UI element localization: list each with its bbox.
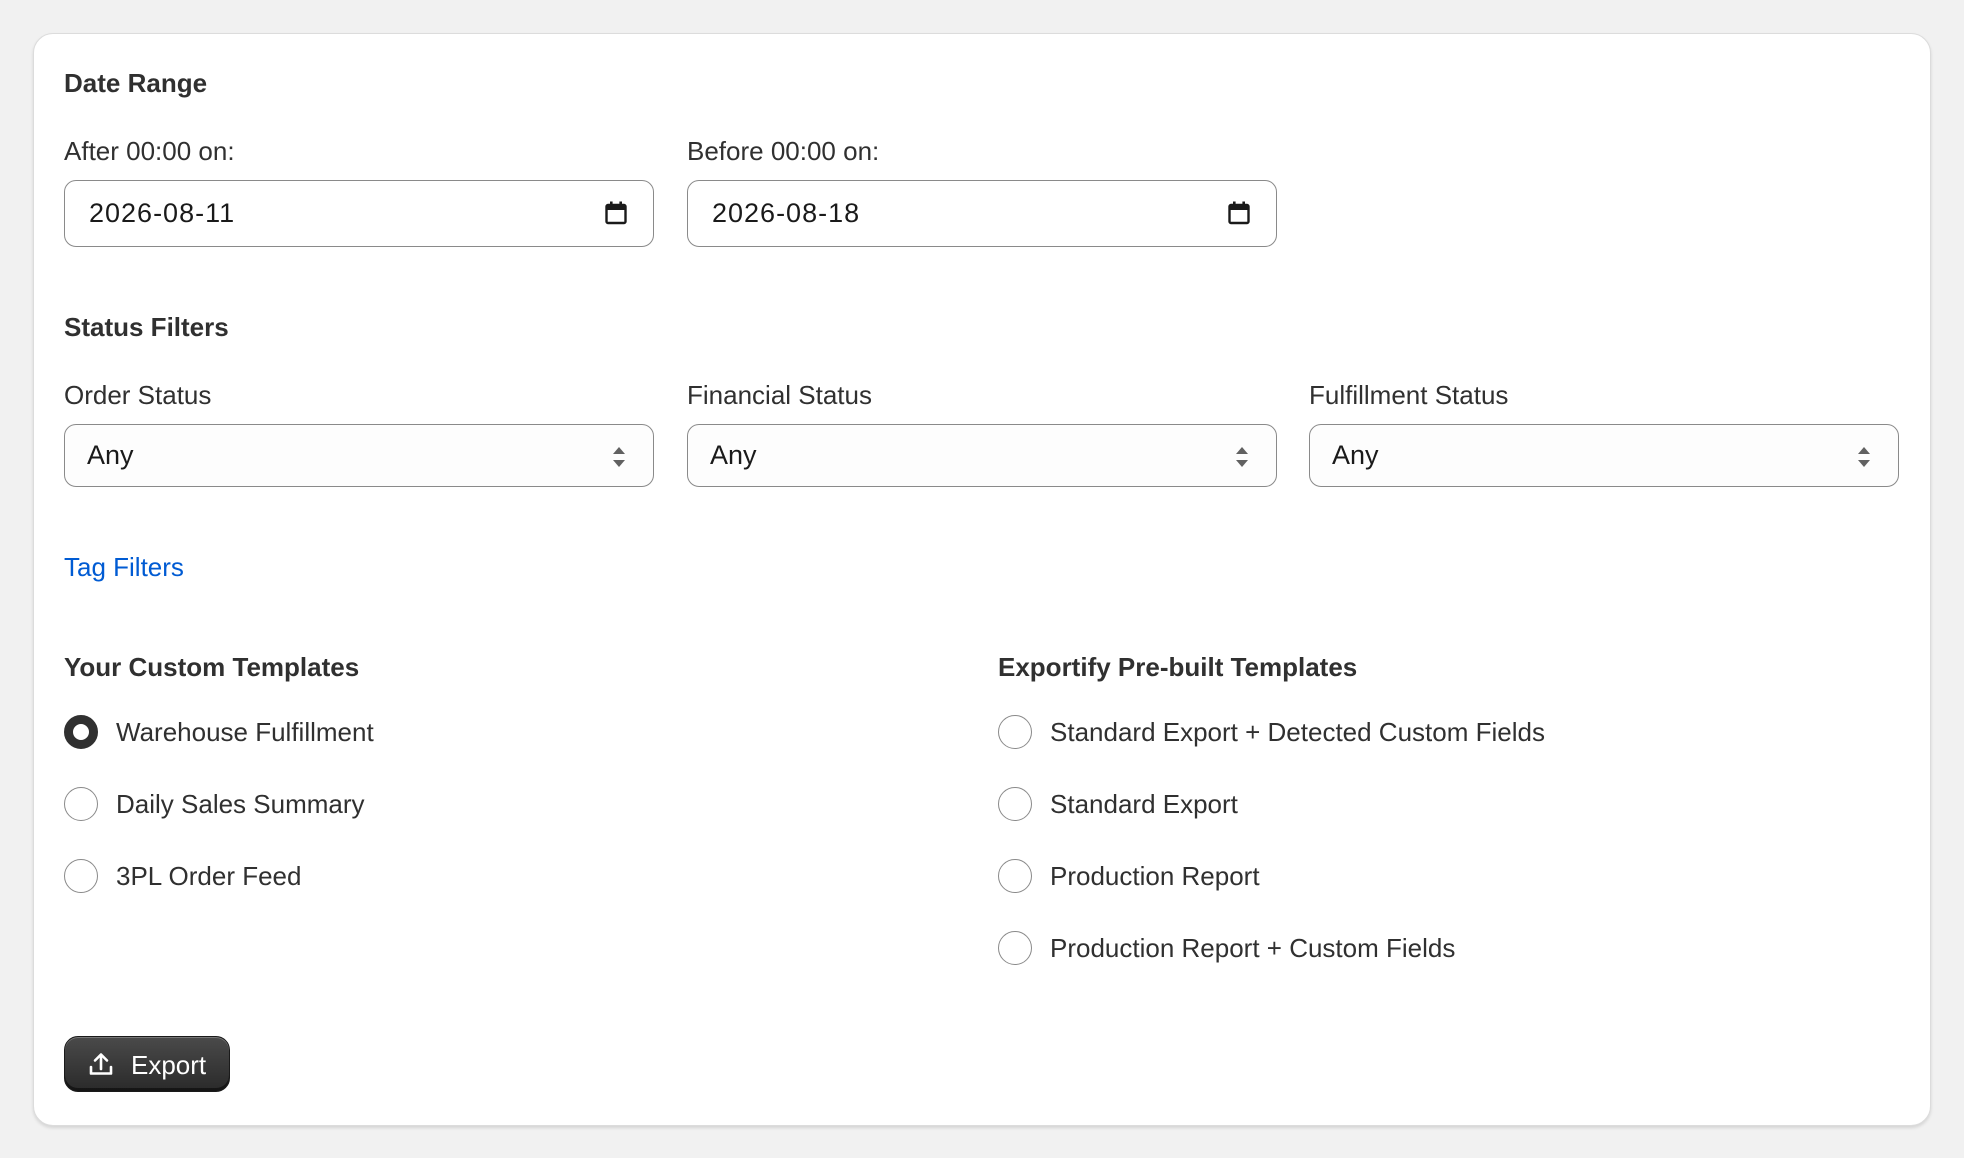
- radio-button[interactable]: [998, 859, 1032, 893]
- financial-status-label: Financial Status: [687, 380, 872, 410]
- export-button[interactable]: Export: [64, 1036, 230, 1092]
- before-date-value: 2026-08-18: [712, 198, 861, 228]
- radio-button[interactable]: [998, 787, 1032, 821]
- before-date-label: Before 00:00 on:: [687, 136, 880, 166]
- fulfillment-status-value: Any: [1332, 440, 1379, 470]
- order-status-value: Any: [87, 440, 134, 470]
- calendar-icon[interactable]: [1228, 201, 1250, 225]
- status-filters-title: Status Filters: [64, 312, 229, 342]
- order-status-label: Order Status: [64, 380, 212, 410]
- select-arrows-icon: [1858, 447, 1870, 467]
- custom-templates-title: Your Custom Templates: [64, 652, 360, 682]
- template-option-label: Warehouse Fulfillment: [116, 717, 374, 747]
- template-option-label: Production Report + Custom Fields: [1050, 933, 1456, 963]
- template-option-label: 3PL Order Feed: [116, 861, 302, 891]
- radio-button[interactable]: [998, 931, 1032, 965]
- template-option-label: Standard Export: [1050, 789, 1238, 819]
- radio-button[interactable]: [998, 715, 1032, 749]
- fulfillment-status-label: Fulfillment Status: [1309, 380, 1509, 410]
- before-date-input[interactable]: 2026-08-18: [687, 180, 1277, 247]
- fulfillment-status-select[interactable]: Any: [1309, 424, 1899, 487]
- tag-filters-link[interactable]: Tag Filters: [64, 552, 184, 583]
- template-option-label: Daily Sales Summary: [116, 789, 365, 819]
- select-arrows-icon: [613, 447, 625, 467]
- financial-status-select[interactable]: Any: [687, 424, 1277, 487]
- template-option-label: Standard Export + Detected Custom Fields: [1050, 717, 1545, 747]
- radio-button[interactable]: [64, 787, 98, 821]
- after-date-value: 2026-08-11: [89, 198, 236, 228]
- export-button-label: Export: [131, 1050, 207, 1080]
- template-option-label: Production Report: [1050, 861, 1260, 891]
- calendar-icon[interactable]: [605, 201, 627, 225]
- after-date-label: After 00:00 on:: [64, 136, 235, 166]
- financial-status-value: Any: [710, 440, 757, 470]
- after-date-input[interactable]: 2026-08-11: [64, 180, 654, 247]
- radio-button[interactable]: [64, 859, 98, 893]
- radio-button-selected[interactable]: [64, 715, 98, 749]
- upload-icon: [89, 1053, 113, 1075]
- select-arrows-icon: [1236, 447, 1248, 467]
- date-range-title: Date Range: [64, 68, 208, 98]
- order-status-select[interactable]: Any: [64, 424, 654, 487]
- prebuilt-templates-title: Exportify Pre-built Templates: [998, 652, 1358, 682]
